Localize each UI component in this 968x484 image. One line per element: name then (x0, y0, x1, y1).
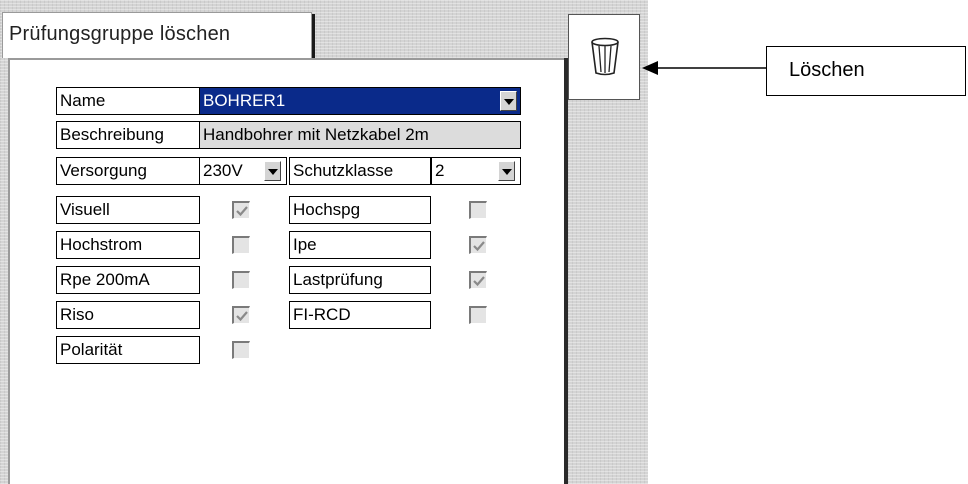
checkbox-polaritaet[interactable] (232, 341, 250, 359)
name-value: BOHRER1 (203, 91, 286, 110)
checkmark-icon (236, 311, 248, 322)
tab-pruefungsgruppe-loeschen[interactable]: Prüfungsgruppe löschen (2, 12, 312, 58)
protection-class-value: 2 (435, 161, 445, 180)
trash-icon (591, 37, 619, 76)
chevron-down-icon[interactable] (264, 161, 281, 181)
delete-button[interactable] (568, 14, 640, 100)
test-label-hochspg: Hochspg (289, 196, 431, 224)
checkbox-fi-rcd[interactable] (469, 306, 487, 324)
test-label-fi-rcd: FI-RCD (289, 301, 431, 329)
protection-class-select[interactable]: 2 (431, 157, 521, 185)
name-label: Name (56, 87, 200, 115)
test-label-ipe: Ipe (289, 231, 431, 259)
panel-divider (564, 58, 568, 484)
supply-label: Versorgung (56, 157, 200, 185)
test-label-polaritaet: Polarität (56, 336, 200, 364)
description-field[interactable]: Handbohrer mit Netzkabel 2m (199, 121, 521, 149)
callout-loeschen: Löschen (766, 46, 966, 96)
tab-divider (312, 14, 315, 58)
checkbox-lastpruefung[interactable] (469, 271, 487, 289)
checkbox-visuell[interactable] (232, 201, 250, 219)
checkmark-icon (236, 206, 248, 217)
supply-value: 230V (203, 161, 243, 180)
description-label: Beschreibung (56, 121, 200, 149)
checkbox-ipe[interactable] (469, 236, 487, 254)
checkbox-hochstrom[interactable] (232, 236, 250, 254)
checkmark-icon (473, 276, 485, 287)
test-label-hochstrom: Hochstrom (56, 231, 200, 259)
chevron-down-icon[interactable] (498, 161, 515, 181)
tab-title: Prüfungsgruppe löschen (9, 23, 231, 45)
test-label-lastpruefung: Lastprüfung (289, 266, 431, 294)
checkbox-rpe[interactable] (232, 271, 250, 289)
protection-class-label: Schutzklasse (289, 157, 431, 185)
name-select[interactable]: BOHRER1 (199, 87, 521, 115)
chevron-down-icon[interactable] (500, 91, 517, 111)
checkbox-hochspg[interactable] (469, 201, 487, 219)
checkbox-riso[interactable] (232, 306, 250, 324)
test-label-riso: Riso (56, 301, 200, 329)
checkmark-icon (473, 241, 485, 252)
arrow-left-icon (642, 61, 766, 75)
test-label-visuell: Visuell (56, 196, 200, 224)
callout-label: Löschen (789, 59, 865, 81)
device-screen: Prüfungsgruppe löschen Name BOHRER1 Besc… (0, 0, 648, 484)
test-label-rpe: Rpe 200mA (56, 266, 200, 294)
supply-select[interactable]: 230V (199, 157, 287, 185)
